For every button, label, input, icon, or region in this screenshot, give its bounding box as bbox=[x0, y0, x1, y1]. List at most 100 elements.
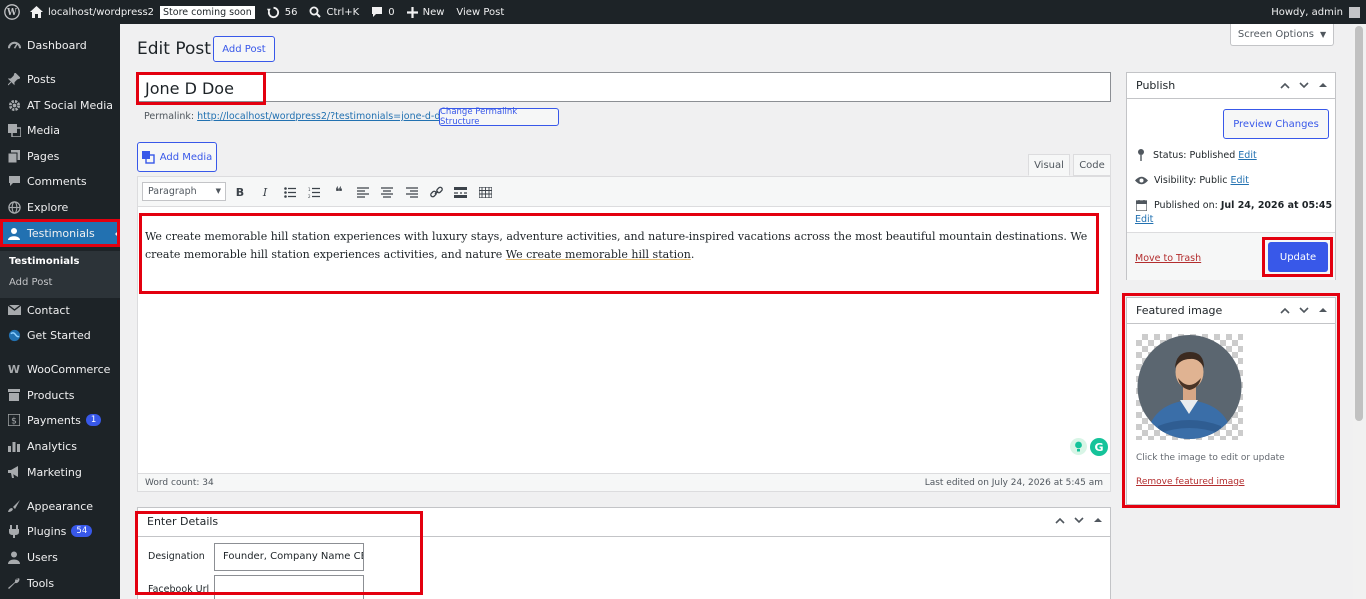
sidebar-item-explore[interactable]: Explore bbox=[0, 194, 120, 220]
facebook-url-input[interactable] bbox=[214, 575, 364, 599]
editor-container bbox=[137, 176, 1111, 492]
editor-content[interactable]: We create memorable hill station experie… bbox=[145, 228, 1097, 264]
screen-options-button[interactable]: Screen Options ▼ bbox=[1230, 24, 1334, 46]
post-title-input[interactable]: Jone D Doe bbox=[137, 72, 1111, 102]
sidebar-item-payments[interactable]: $ Payments 1 bbox=[0, 407, 120, 433]
featured-image-title: Featured image bbox=[1136, 304, 1223, 317]
move-to-trash-link[interactable]: Move to Trash bbox=[1135, 253, 1201, 264]
submenu-item-add-post[interactable]: Add Post bbox=[9, 277, 52, 288]
sidebar-item-label: Dashboard bbox=[27, 38, 87, 52]
sidebar-item-pages[interactable]: Pages bbox=[0, 143, 120, 169]
edit-status-link[interactable]: Edit bbox=[1238, 150, 1256, 161]
sidebar-item-products[interactable]: Products bbox=[0, 382, 120, 408]
new-content-link[interactable]: New bbox=[401, 0, 451, 24]
edit-visibility-link[interactable]: Edit bbox=[1231, 175, 1249, 186]
site-name-link[interactable]: localhost/wordpress2 bbox=[24, 0, 160, 24]
sidebar-item-label: WooCommerce bbox=[27, 362, 111, 376]
tab-visual[interactable]: Visual bbox=[1028, 154, 1070, 176]
featured-image-thumbnail[interactable] bbox=[1136, 334, 1243, 440]
move-up-icon[interactable] bbox=[1279, 304, 1291, 316]
pin-icon bbox=[7, 72, 21, 86]
sidebar-item-get-started[interactable]: Get Started bbox=[0, 322, 120, 348]
featured-image-metabox: Featured image Click the image to edit o… bbox=[1126, 297, 1336, 505]
sidebar-item-media[interactable]: Media bbox=[0, 117, 120, 143]
toolbar-toggle-icon[interactable] bbox=[478, 185, 492, 199]
current-menu-arrow bbox=[115, 229, 120, 239]
dollar-icon: $ bbox=[7, 413, 21, 427]
scrollbar-thumb[interactable] bbox=[1355, 26, 1363, 421]
remove-featured-image-link[interactable]: Remove featured image bbox=[1136, 477, 1244, 487]
comments-link[interactable]: 0 bbox=[365, 0, 400, 24]
sidebar-item-woocommerce[interactable]: W WooCommerce bbox=[0, 356, 120, 382]
sidebar-item-analytics[interactable]: Analytics bbox=[0, 433, 120, 459]
sidebar-item-label: Explore bbox=[27, 200, 69, 214]
publish-title: Publish bbox=[1136, 79, 1176, 92]
blockquote-icon[interactable]: ❝ bbox=[332, 185, 346, 200]
facebook-url-label: Facebook Url bbox=[148, 584, 210, 595]
page-title: Edit Post bbox=[137, 39, 211, 59]
publish-actions: Move to Trash Update bbox=[1127, 232, 1335, 280]
numbered-list-icon[interactable]: 12 bbox=[307, 185, 321, 199]
svg-text:2: 2 bbox=[308, 194, 311, 198]
updates-link[interactable]: 56 bbox=[261, 0, 304, 24]
plugin-icon bbox=[7, 524, 21, 538]
sidebar-item-plugins[interactable]: Plugins 54 bbox=[0, 518, 120, 544]
media-icon bbox=[7, 123, 21, 137]
sidebar-item-dashboard[interactable]: Dashboard bbox=[0, 32, 120, 58]
admin-bar: W localhost/wordpress2 Store coming soon… bbox=[0, 0, 1366, 24]
sidebar-item-users[interactable]: Users bbox=[0, 544, 120, 570]
sidebar-item-contact[interactable]: Contact bbox=[0, 297, 120, 323]
sidebar-item-at-social-media[interactable]: AT Social Media bbox=[0, 92, 120, 118]
change-permalink-button[interactable]: Change Permalink Structure bbox=[439, 107, 559, 127]
update-button[interactable]: Update bbox=[1268, 242, 1328, 272]
published-on-label: Published on: bbox=[1154, 200, 1218, 211]
wordpress-logo-icon[interactable]: W bbox=[0, 0, 24, 24]
store-status[interactable]: Store coming soon bbox=[160, 0, 261, 24]
align-left-icon[interactable] bbox=[356, 185, 370, 199]
add-post-button[interactable]: Add Post bbox=[213, 36, 275, 62]
bold-icon[interactable]: B bbox=[233, 185, 247, 199]
grammarly-icon[interactable]: G bbox=[1090, 438, 1108, 456]
sidebar-item-testimonials[interactable]: Testimonials bbox=[0, 220, 120, 246]
payments-badge: 1 bbox=[85, 414, 102, 426]
testimonials-submenu: Testimonials Add Post bbox=[0, 251, 120, 298]
read-more-icon[interactable] bbox=[453, 185, 467, 199]
format-select[interactable]: Paragraph ▼ bbox=[142, 182, 226, 201]
add-media-button[interactable]: Add Media bbox=[137, 142, 217, 172]
move-up-icon[interactable] bbox=[1279, 79, 1291, 91]
designation-input[interactable]: Founder, Company Name CEO bbox=[214, 543, 364, 571]
sidebar-item-posts[interactable]: Posts bbox=[0, 66, 120, 92]
sidebar-item-label: Plugins bbox=[27, 524, 67, 538]
edit-date-link[interactable]: Edit bbox=[1135, 214, 1153, 225]
permalink-label: Permalink: bbox=[144, 111, 195, 122]
move-up-icon[interactable] bbox=[1054, 514, 1066, 526]
move-down-icon[interactable] bbox=[1073, 514, 1085, 526]
align-center-icon[interactable] bbox=[380, 185, 394, 199]
status-row: Status: Published Edit bbox=[1136, 149, 1257, 161]
permalink-url-link[interactable]: http://localhost/wordpress2/?testimonial… bbox=[197, 111, 452, 122]
mail-icon bbox=[7, 303, 21, 317]
sidebar-item-tools[interactable]: Tools bbox=[0, 570, 120, 596]
move-down-icon[interactable] bbox=[1298, 79, 1310, 91]
preview-changes-button[interactable]: Preview Changes bbox=[1223, 109, 1329, 139]
move-down-icon[interactable] bbox=[1298, 304, 1310, 316]
bulleted-list-icon[interactable] bbox=[283, 185, 297, 199]
my-account-link[interactable]: Howdy, admin bbox=[1265, 0, 1366, 24]
toggle-panel-icon[interactable] bbox=[1317, 304, 1329, 316]
archive-icon bbox=[7, 388, 21, 402]
submenu-item-testimonials[interactable]: Testimonials bbox=[9, 256, 79, 267]
view-post-link[interactable]: View Post bbox=[450, 0, 510, 24]
toggle-panel-icon[interactable] bbox=[1092, 514, 1104, 526]
link-icon[interactable] bbox=[429, 185, 443, 199]
tab-code[interactable]: Code bbox=[1073, 154, 1111, 176]
command-palette-link[interactable]: Ctrl+K bbox=[303, 0, 365, 24]
toggle-panel-icon[interactable] bbox=[1317, 79, 1329, 91]
page-scrollbar[interactable] bbox=[1353, 24, 1366, 599]
italic-icon[interactable]: I bbox=[258, 185, 272, 199]
lightbulb-icon[interactable] bbox=[1070, 438, 1087, 455]
sidebar-item-marketing[interactable]: Marketing bbox=[0, 459, 120, 485]
svg-text:$: $ bbox=[11, 417, 17, 427]
sidebar-item-comments[interactable]: Comments bbox=[0, 168, 120, 194]
align-right-icon[interactable] bbox=[405, 185, 419, 199]
sidebar-item-appearance[interactable]: Appearance bbox=[0, 493, 120, 519]
